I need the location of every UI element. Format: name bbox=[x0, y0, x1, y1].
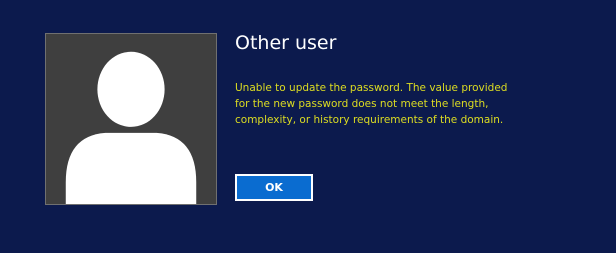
ok-button[interactable]: OK bbox=[235, 174, 313, 201]
user-avatar bbox=[45, 33, 217, 205]
user-silhouette-icon bbox=[65, 51, 197, 204]
error-message: Unable to update the password. The value… bbox=[235, 82, 508, 126]
user-name: Other user bbox=[235, 32, 337, 54]
